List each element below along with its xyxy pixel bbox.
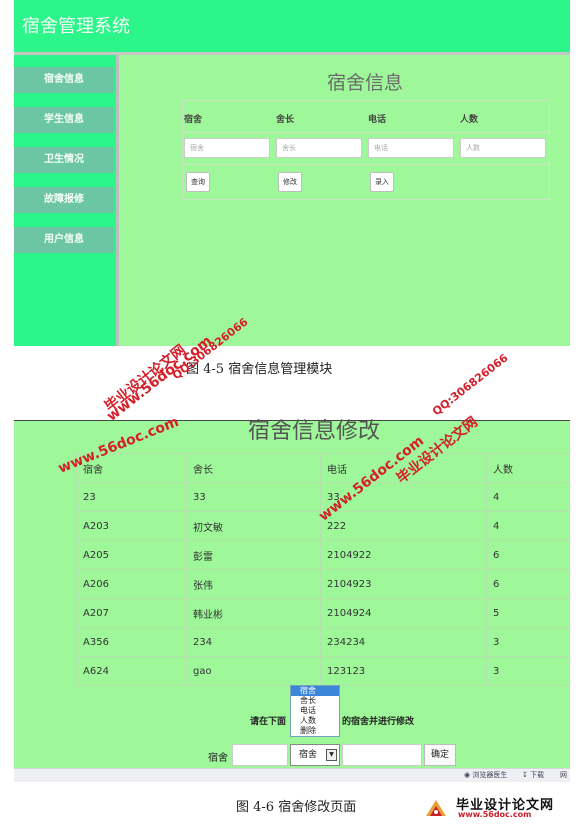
- sidebar-item-users[interactable]: 用户信息: [14, 227, 114, 253]
- edit-prompt: 请在下面: [250, 717, 287, 727]
- sidebar-item-hygiene[interactable]: 卫生情况: [14, 147, 114, 173]
- figure-caption-4-5: 图 4-5 宿舍信息管理模块: [186, 362, 333, 377]
- dropdown-option[interactable]: 宿舍: [291, 686, 339, 696]
- watermark-qq: QQ:306826066: [430, 351, 511, 419]
- table-row[interactable]: A205 彭雷 2104922 6: [76, 540, 570, 570]
- table-cell: 234: [186, 627, 321, 657]
- table-cell: gao: [186, 656, 321, 686]
- table-cell: 3: [486, 627, 570, 657]
- dropdown-option[interactable]: 人数: [291, 716, 339, 726]
- table-row[interactable]: A206 张伟 2104923 6: [76, 569, 570, 599]
- leader-input[interactable]: 舍长: [276, 138, 362, 158]
- column-header-leader: 舍长: [276, 115, 295, 125]
- screenshot-dorm-edit: 宿舍信息修改 宿舍 舍长 电话 人数 23 33 33 4 A203 初文敏 222 4 A20…: [14, 420, 570, 768]
- table-cell: 4: [486, 482, 570, 512]
- confirm-button[interactable]: 确定: [424, 744, 456, 766]
- table-cell: 33: [186, 482, 321, 512]
- app-title: 宿舍管理系统: [22, 16, 130, 37]
- column-header-dorm: 宿舍: [184, 115, 203, 125]
- field-select[interactable]: 宿舍 ▼: [290, 744, 340, 766]
- table-cell: 初文敏: [186, 511, 321, 541]
- dorm-input[interactable]: 宿舍: [184, 138, 270, 158]
- table-cell: 4: [486, 511, 570, 541]
- screenshot-dorm-info: 宿舍管理系统 宿舍信息 学生信息 卫生情况 故障报修 用户信息 宿舍信息 宿舍 …: [14, 0, 570, 346]
- column-header-phone: 电话: [368, 115, 387, 125]
- panel-title: 宿舍信息: [326, 72, 403, 94]
- query-button[interactable]: 查询: [186, 172, 210, 192]
- table-cell: 彭雷: [186, 540, 321, 570]
- edit-button[interactable]: 修改: [278, 172, 302, 192]
- sidebar-item-dorm-info[interactable]: 宿舍信息: [14, 67, 114, 93]
- table-cell: 张伟: [186, 569, 321, 599]
- logo-icon: [426, 800, 446, 816]
- table-cell: 123123: [320, 656, 487, 686]
- table-row[interactable]: A356 234 234234 3: [76, 627, 570, 657]
- status-download-label: 下载: [530, 771, 545, 779]
- dorm-table: 宿舍 舍长 电话 人数 23 33 33 4 A203 初文敏 222 4 A205 彭雷 2104…: [76, 453, 570, 686]
- table-cell: 23: [76, 482, 187, 512]
- sidebar-item-repair[interactable]: 故障报修: [14, 187, 114, 213]
- table-cell: 5: [486, 598, 570, 628]
- table-cell: 2104923: [320, 569, 487, 599]
- table-cell: A207: [76, 598, 187, 628]
- figure-caption-4-6: 图 4-6 宿舍修改页面: [236, 800, 357, 815]
- dorm-input[interactable]: [232, 744, 288, 766]
- table-cell: A206: [76, 569, 187, 599]
- value-input[interactable]: [342, 744, 422, 766]
- column-header-count: 人数: [460, 115, 479, 125]
- watermark-url: www.56doc.com: [104, 332, 216, 425]
- table-cell: 222: [320, 511, 487, 541]
- table-row[interactable]: A207 韩业彬 2104924 5: [76, 598, 570, 628]
- add-button[interactable]: 录入: [370, 172, 394, 192]
- site-logo: 毕业设计论文网 www.56doc.com: [424, 794, 584, 822]
- dropdown-option[interactable]: 电话: [291, 706, 339, 716]
- table-cell: 3: [486, 656, 570, 686]
- status-doctor[interactable]: ◉ 浏览器医生: [464, 770, 507, 780]
- phone-input[interactable]: 电话: [368, 138, 454, 158]
- table-cell: 6: [486, 569, 570, 599]
- table-row[interactable]: A624 gao 123123 3: [76, 656, 570, 686]
- dropdown-option[interactable]: 删除: [291, 726, 339, 736]
- edit-prompt-tail: 的宿舍并进行修改: [342, 717, 415, 727]
- logo-url: www.56doc.com: [458, 810, 532, 819]
- form-divider: [182, 132, 550, 133]
- table-cell: 2104922: [320, 540, 487, 570]
- dropdown-option[interactable]: 舍长: [291, 696, 339, 706]
- sidebar-divider: [116, 55, 119, 346]
- table-cell: A205: [76, 540, 187, 570]
- column-header: 舍长: [186, 453, 321, 483]
- browser-status-bar: ◉ 浏览器医生 ↧ 下载 网: [14, 768, 570, 782]
- status-net[interactable]: 网: [560, 770, 567, 780]
- table-header-row: 宿舍 舍长 电话 人数: [76, 453, 570, 483]
- column-header: 人数: [486, 453, 570, 483]
- count-input[interactable]: 人数: [460, 138, 546, 158]
- table-cell: 韩业彬: [186, 598, 321, 628]
- status-download[interactable]: ↧ 下载: [522, 770, 544, 780]
- table-cell: 6: [486, 540, 570, 570]
- page-title: 宿舍信息修改: [248, 419, 381, 444]
- sidebar-item-student-info[interactable]: 学生信息: [14, 107, 114, 133]
- field-select-value: 宿舍: [299, 750, 318, 760]
- table-cell: 234234: [320, 627, 487, 657]
- field-dropdown-list[interactable]: 宿舍 舍长 电话 人数 删除: [290, 685, 340, 737]
- chevron-down-icon[interactable]: ▼: [326, 749, 337, 761]
- table-cell: A624: [76, 656, 187, 686]
- app-header: 宿舍管理系统: [14, 0, 570, 52]
- dorm-label: 宿舍: [208, 753, 228, 764]
- table-cell: 2104924: [320, 598, 487, 628]
- status-doctor-label: 浏览器医生: [472, 771, 508, 779]
- sidebar: 宿舍信息 学生信息 卫生情况 故障报修 用户信息: [14, 55, 116, 346]
- table-cell: A203: [76, 511, 187, 541]
- form-divider: [182, 164, 550, 165]
- table-cell: A356: [76, 627, 187, 657]
